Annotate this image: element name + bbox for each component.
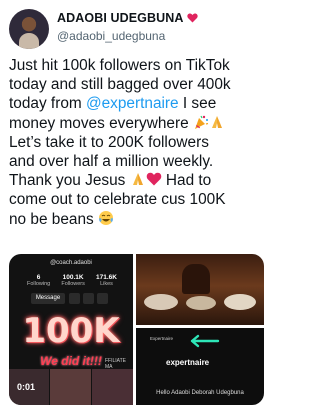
tiktok-stat: 171.6K Likes [96,274,117,287]
tweet-text: Just hit 100k followers on TikTok today … [9,56,265,229]
tweet-line-text: Had to [161,172,212,190]
person-figure [182,264,210,294]
author-handle[interactable]: @adaobi_udegbuna [57,29,165,43]
tweet-line: today and still bagged over 400k [9,76,231,94]
praying-hands-icon [209,114,225,130]
person-icon [69,293,80,304]
video-timer: 0:01 [17,382,36,392]
tweet-line: money moves everywhere [9,114,265,133]
avatar[interactable] [9,9,49,49]
tiktok-stats: 6 Following 100.1K Followers 171.6K Likes [27,274,117,287]
food-plate [224,294,256,310]
stat-value: 6 [36,274,41,281]
chevron-down-icon [97,293,108,304]
stat-label: Followers [61,281,85,287]
stat-label: Following [27,281,51,287]
praying-hands-icon [130,171,146,187]
red-heart-icon [146,171,162,187]
tweet-line-text: I see [178,95,217,113]
tweet-line: Just hit 100k followers on TikTok [9,57,230,74]
tweet-line: Thank you Jesus Had to [9,171,265,190]
celebration-graphic: 100K [22,311,120,351]
email-brand: expertnaire [166,358,210,367]
video-thumbnail [50,369,91,405]
tweet-line-text: no be beans [9,210,98,228]
email-sender: Expertnaire [150,336,174,341]
author-name[interactable]: ADAOBI UDEGBUNA [57,11,198,25]
tiktok-message-button: Message [31,293,65,304]
tweet-line-text: Thank you Jesus [9,172,130,190]
tweet-line: come out to celebrate cus 100K [9,191,226,209]
stat-value: 171.6K [96,274,117,281]
author-name-text[interactable]: ADAOBI UDEGBUNA [57,11,184,25]
mention-link[interactable]: @expertnaire [86,95,179,112]
tweet-line-text: money moves everywhere [9,114,193,132]
tweet-line-text: today from [9,95,86,113]
tiktok-stat: 6 Following [27,274,50,287]
tweet-line: and over half a million weekly. [9,152,214,170]
instagram-icon [83,293,94,304]
stat-value: 100.1K [62,274,84,281]
email-screenshot[interactable]: Expertnaire expertnaire Hello Adaobi Deb… [136,328,264,405]
video-thumbnail [92,369,133,405]
tiktok-stat: 100.1K Followers [61,274,85,287]
food-plate [144,294,178,310]
tiktok-screenshot[interactable]: @coach.adaobi 6 Following 100.1K Followers… [9,254,133,405]
email-greeting: Hello Adaobi Deborah Udegbuna [156,390,244,396]
tiktok-handle: @coach.adaobi [50,260,92,266]
tweet[interactable]: ADAOBI UDEGBUNA @adaobi_udegbuna Just hi… [0,0,270,405]
tweet-line: today from @expertnaire I see [9,94,265,113]
celebration-photo[interactable] [136,254,264,325]
arrow-icon [190,334,220,348]
thumbnail-caption: FFILIATE MA [105,358,127,370]
party-popper-icon [193,114,209,130]
tweet-line: no be beans [9,210,265,229]
tweet-line: Let’s take it to 200K followers [9,133,209,151]
tears-of-joy-icon [98,210,114,226]
heart-icon [186,12,198,23]
food-plate [186,296,216,310]
media-grid[interactable]: @coach.adaobi 6 Following 100.1K Followers… [9,254,264,405]
stat-label: Likes [100,281,113,287]
